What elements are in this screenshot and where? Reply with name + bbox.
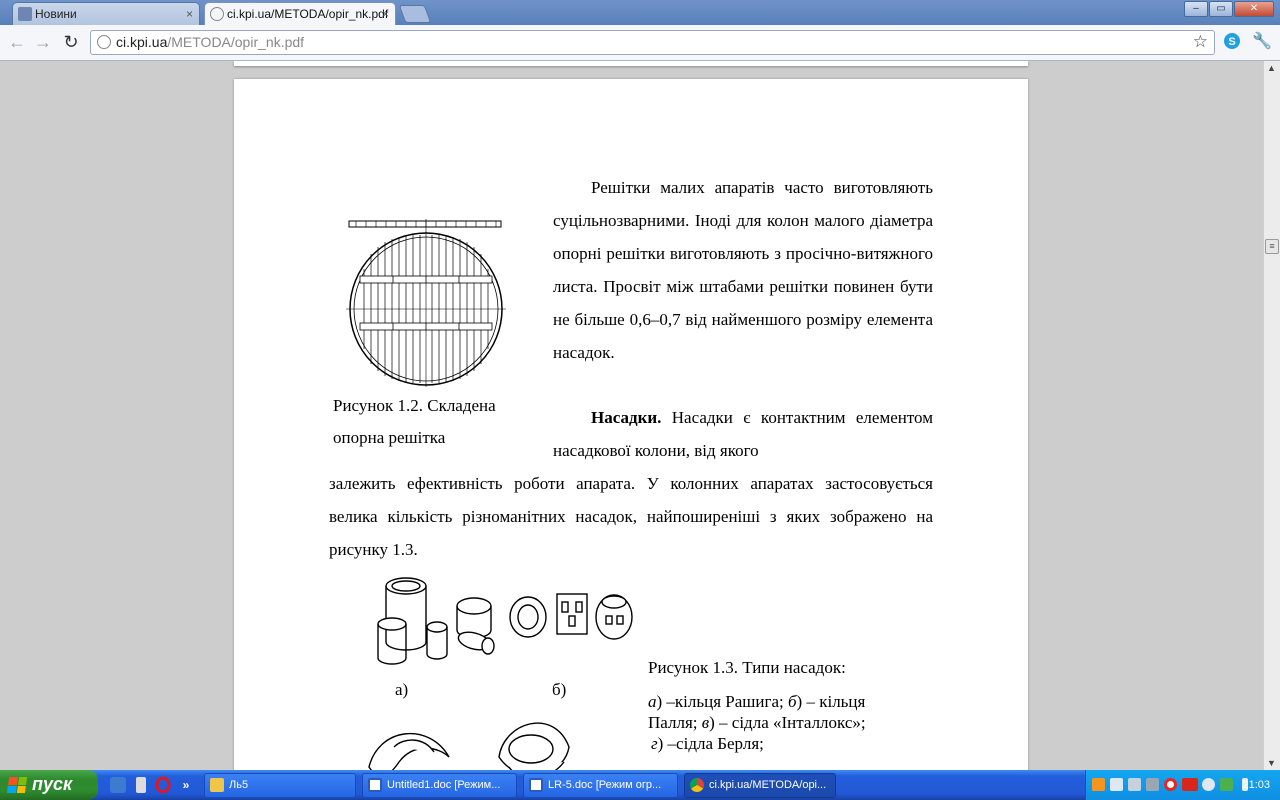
- scroll-thumb[interactable]: ≡: [1265, 239, 1279, 254]
- tray-opera-icon[interactable]: [1164, 778, 1177, 791]
- previous-page-edge: [234, 61, 1028, 66]
- taskbar-item-folder[interactable]: Ль5: [204, 773, 356, 798]
- back-button[interactable]: ←: [6, 31, 28, 53]
- minimize-button[interactable]: –: [1184, 1, 1208, 17]
- figure-packings-a-b: [362, 572, 638, 677]
- paragraph-grids: Решітки малих апаратів часто виготовляют…: [553, 178, 933, 362]
- tab-pdf[interactable]: ci.kpi.ua/METODA/opir_nk.pdf ×: [204, 2, 396, 25]
- pdf-viewer: Рисунок 1.2. Складена опорна решітка Реш…: [0, 61, 1263, 770]
- tray-network-icon[interactable]: [1146, 778, 1159, 791]
- page-icon: [18, 7, 32, 21]
- tab-strip: Новини × ci.kpi.ua/METODA/opir_nk.pdf × …: [0, 0, 1280, 25]
- quicklaunch-ie-icon[interactable]: [110, 777, 126, 793]
- system-tray: 21:03: [1085, 770, 1280, 800]
- globe-icon: [210, 7, 224, 21]
- new-tab-button[interactable]: [398, 5, 432, 23]
- tray-security-icon[interactable]: [1220, 778, 1233, 791]
- wrench-icon[interactable]: 🔧: [1252, 32, 1272, 52]
- taskbar-item-chrome[interactable]: ci.kpi.ua/METODA/opi...: [684, 773, 836, 798]
- word-document-icon: [368, 778, 382, 792]
- bookmark-star-icon[interactable]: ☆: [1193, 32, 1208, 52]
- figure-1-3-caption: Рисунок 1.3. Типи насадок: а) –кільця Ра…: [648, 658, 866, 753]
- tray-volume-icon[interactable]: [1202, 778, 1215, 791]
- window-controls: – ▭ ✕: [1183, 1, 1274, 17]
- extension-skype-icon[interactable]: S: [1222, 32, 1242, 52]
- close-window-button[interactable]: ✕: [1234, 1, 1274, 17]
- tray-pause-icon[interactable]: [1092, 778, 1105, 791]
- paragraph-packings-rest: залежить ефективність роботи апарата. У …: [329, 474, 933, 559]
- tab-close-icon[interactable]: ×: [186, 3, 193, 25]
- quicklaunch-opera-icon[interactable]: [155, 776, 171, 794]
- windows-flag-icon: [6, 777, 28, 793]
- vertical-scrollbar[interactable]: ▲ ≡ ▼: [1263, 61, 1280, 770]
- folder-icon: [210, 778, 224, 792]
- tab-close-icon[interactable]: ×: [382, 3, 389, 25]
- tray-signal-icon[interactable]: [1110, 778, 1123, 791]
- quicklaunch-more-icon[interactable]: »: [178, 777, 194, 793]
- forward-button[interactable]: →: [32, 31, 54, 53]
- url-text[interactable]: ci.kpi.ua/METODA/opir_nk.pdf: [116, 31, 304, 54]
- tab-label: ci.kpi.ua/METODA/opir_nk.pdf: [227, 7, 389, 21]
- figure-label-b: б): [552, 680, 567, 699]
- figure-packings-c-d: [359, 707, 604, 770]
- tab-label: Новини: [35, 7, 77, 21]
- scroll-down-arrow-icon[interactable]: ▼: [1267, 758, 1276, 768]
- paragraph-packings-start: Насадки. Насадки є контактним елементом …: [553, 408, 933, 460]
- reload-button[interactable]: ↻: [60, 31, 82, 53]
- word-document-icon: [529, 778, 543, 792]
- chrome-icon: [690, 778, 704, 792]
- figure-label-a: а): [395, 680, 409, 699]
- figure-support-grid: [346, 219, 506, 387]
- address-bar[interactable]: ci.kpi.ua/METODA/opir_nk.pdf ☆: [90, 30, 1215, 55]
- globe-icon: [97, 35, 111, 49]
- tray-ati-icon[interactable]: [1182, 778, 1198, 791]
- clock: 21:03: [1242, 779, 1270, 791]
- tray-device-icon[interactable]: [1128, 778, 1141, 791]
- start-button[interactable]: пуск: [0, 770, 98, 800]
- figure-1-2-caption: Рисунок 1.2. Складена опорна решітка: [333, 396, 496, 447]
- taskbar-item-word-lr5[interactable]: LR-5.doc [Режим огр...: [523, 773, 678, 798]
- browser-toolbar: ← → ↻ ci.kpi.ua/METODA/opir_nk.pdf ☆ S 🔧: [0, 25, 1280, 61]
- tab-news[interactable]: Новини ×: [12, 2, 200, 25]
- taskbar-item-word-untitled[interactable]: Untitled1.doc [Режим...: [362, 773, 517, 798]
- pdf-page: Рисунок 1.2. Складена опорна решітка Реш…: [234, 79, 1028, 770]
- taskbar: пуск » Ль5 Untitled1.doc [Режим... LR-5.…: [0, 770, 1280, 800]
- svg-text:S: S: [1228, 36, 1235, 48]
- maximize-button[interactable]: ▭: [1209, 1, 1233, 17]
- quicklaunch-device-icon[interactable]: [136, 777, 146, 793]
- scroll-up-arrow-icon[interactable]: ▲: [1267, 63, 1276, 73]
